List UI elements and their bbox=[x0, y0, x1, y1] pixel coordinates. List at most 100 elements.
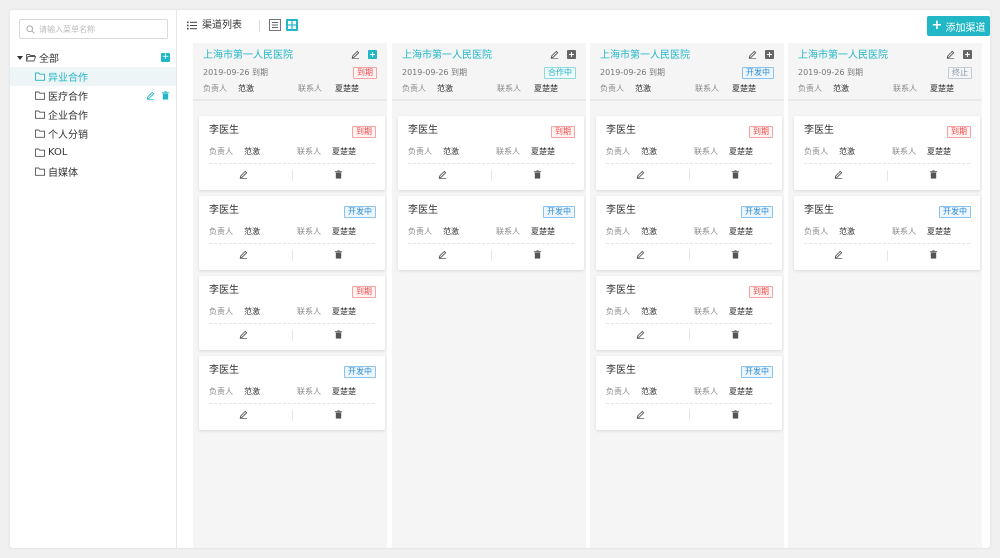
tree-item-label: 自媒体 bbox=[48, 168, 78, 179]
card-actions bbox=[794, 165, 980, 187]
add-card-icon[interactable] bbox=[567, 50, 576, 59]
trash-icon[interactable] bbox=[334, 410, 345, 421]
column-title[interactable]: 上海市第一人民医院 bbox=[600, 50, 690, 62]
status-badge: 开发中 bbox=[344, 206, 376, 218]
card-name: 李医生 bbox=[606, 365, 636, 376]
status-badge: 开发中 bbox=[741, 206, 773, 218]
card-meta: 负责人 范激 联系人 夏楚楚 bbox=[209, 386, 379, 397]
add-category-icon[interactable]: + bbox=[161, 53, 170, 62]
edit-icon[interactable] bbox=[748, 50, 757, 59]
trash-icon[interactable] bbox=[731, 170, 742, 181]
contact-value: 夏楚楚 bbox=[729, 387, 753, 396]
trash-icon[interactable] bbox=[929, 170, 940, 181]
edit-icon[interactable] bbox=[636, 330, 647, 341]
card-meta: 负责人 范激 联系人 夏楚楚 bbox=[804, 226, 974, 237]
trash-icon[interactable] bbox=[334, 170, 345, 181]
trash-icon[interactable] bbox=[731, 330, 742, 341]
status-badge: 到期 bbox=[749, 126, 773, 138]
toolbar: 渠道列表 + 添加渠道 bbox=[178, 10, 990, 42]
contact-card[interactable]: 李医生 到期 负责人 范激 联系人 夏楚楚 bbox=[199, 116, 385, 190]
trash-icon[interactable] bbox=[533, 170, 544, 181]
edit-icon[interactable] bbox=[351, 50, 360, 59]
trash-icon[interactable] bbox=[731, 410, 742, 421]
edit-icon[interactable] bbox=[239, 330, 250, 341]
edit-icon[interactable] bbox=[834, 250, 845, 261]
search-icon bbox=[26, 24, 35, 34]
card-actions bbox=[596, 325, 782, 347]
folder-icon bbox=[35, 110, 45, 119]
trash-icon[interactable] bbox=[731, 250, 742, 261]
trash-icon[interactable] bbox=[334, 250, 345, 261]
edit-icon[interactable] bbox=[550, 50, 559, 59]
tree-item[interactable]: 个人分销 bbox=[10, 124, 176, 143]
contact-card[interactable]: 李医生 开发中 负责人 范激 联系人 夏楚楚 bbox=[596, 356, 782, 430]
trash-icon[interactable] bbox=[929, 250, 940, 261]
owner-value: 范激 bbox=[244, 307, 260, 316]
edit-icon[interactable] bbox=[239, 250, 250, 261]
edit-icon[interactable] bbox=[946, 50, 955, 59]
status-badge: 开发中 bbox=[741, 366, 773, 378]
contact-value: 夏楚楚 bbox=[927, 227, 951, 236]
edit-icon[interactable] bbox=[636, 410, 647, 421]
contact-card[interactable]: 李医生 到期 负责人 范激 联系人 夏楚楚 bbox=[596, 116, 782, 190]
contact-card[interactable]: 李医生 开发中 负责人 范激 联系人 夏楚楚 bbox=[199, 196, 385, 270]
owner-value: 范激 bbox=[635, 84, 651, 93]
column-actions bbox=[550, 50, 576, 59]
edit-icon[interactable] bbox=[239, 410, 250, 421]
search-box[interactable] bbox=[19, 19, 168, 39]
tree-item[interactable]: KOL bbox=[10, 143, 176, 162]
add-channel-label: 添加渠道 bbox=[945, 22, 986, 34]
trash-icon[interactable] bbox=[533, 250, 544, 261]
card-divider bbox=[209, 403, 375, 404]
tree-item[interactable]: 企业合作 bbox=[10, 105, 176, 124]
edit-icon[interactable] bbox=[438, 250, 449, 261]
add-card-icon[interactable] bbox=[765, 50, 774, 59]
contact-card[interactable]: 李医生 开发中 负责人 范激 联系人 夏楚楚 bbox=[794, 196, 980, 270]
column-title[interactable]: 上海市第一人民医院 bbox=[798, 50, 888, 62]
folder-icon bbox=[35, 129, 45, 138]
contact-card[interactable]: 李医生 到期 负责人 范激 联系人 夏楚楚 bbox=[199, 276, 385, 350]
tree-item[interactable]: 异业合作 bbox=[10, 67, 176, 86]
trash-icon[interactable] bbox=[334, 330, 345, 341]
contact-card[interactable]: 李医生 开发中 负责人 范激 联系人 夏楚楚 bbox=[596, 196, 782, 270]
search-input[interactable] bbox=[39, 24, 159, 34]
contact-value: 夏楚楚 bbox=[531, 147, 555, 156]
edit-icon[interactable] bbox=[146, 91, 155, 100]
channel-column: 上海市第一人民医院 2019-09-26 到期 开发中 负责人 范激 联系人 夏楚楚 李医生到… bbox=[590, 43, 784, 548]
column-title[interactable]: 上海市第一人民医院 bbox=[402, 50, 492, 62]
column-title[interactable]: 上海市第一人民医院 bbox=[203, 50, 293, 62]
edit-icon[interactable] bbox=[636, 170, 647, 181]
column-meta: 负责人 范激 联系人 夏楚楚 bbox=[798, 83, 974, 94]
caret-down-icon[interactable] bbox=[17, 55, 23, 60]
contact-card[interactable]: 李医生 到期 负责人 范激 联系人 夏楚楚 bbox=[794, 116, 980, 190]
list-view-icon[interactable] bbox=[269, 19, 281, 31]
main-area: 渠道列表 + 添加渠道 上海市第一人民医院 2019-09-26 到期 到期 负责人 范激… bbox=[178, 10, 990, 548]
tree-item[interactable]: 自媒体 bbox=[10, 162, 176, 181]
contact-card[interactable]: 李医生 到期 负责人 范激 联系人 夏楚楚 bbox=[596, 276, 782, 350]
contact-label: 联系人 bbox=[892, 147, 916, 156]
add-card-icon[interactable] bbox=[368, 50, 377, 59]
add-channel-button[interactable]: + 添加渠道 bbox=[927, 16, 990, 36]
contact-card[interactable]: 李医生 开发中 负责人 范激 联系人 夏楚楚 bbox=[199, 356, 385, 430]
edit-icon[interactable] bbox=[834, 170, 845, 181]
tree-item-all[interactable]: 全部 + bbox=[10, 48, 176, 67]
tree-item[interactable]: 医疗合作 bbox=[10, 86, 176, 105]
card-name: 李医生 bbox=[408, 125, 438, 136]
contact-card[interactable]: 李医生 到期 负责人 范激 联系人 夏楚楚 bbox=[398, 116, 584, 190]
plus-icon: + bbox=[931, 18, 943, 33]
contact-value: 夏楚楚 bbox=[729, 227, 753, 236]
edit-icon[interactable] bbox=[636, 250, 647, 261]
card-actions bbox=[398, 165, 584, 187]
owner-label: 负责人 bbox=[804, 147, 828, 156]
edit-icon[interactable] bbox=[239, 170, 250, 181]
add-card-icon[interactable] bbox=[963, 50, 972, 59]
card-divider bbox=[606, 323, 772, 324]
contact-card[interactable]: 李医生 开发中 负责人 范激 联系人 夏楚楚 bbox=[398, 196, 584, 270]
action-divider bbox=[292, 250, 293, 261]
edit-icon[interactable] bbox=[438, 170, 449, 181]
owner-value: 范激 bbox=[839, 227, 855, 236]
grid-view-icon[interactable] bbox=[286, 19, 298, 31]
contact-value: 夏楚楚 bbox=[534, 84, 558, 93]
trash-icon[interactable] bbox=[161, 91, 170, 100]
card-meta: 负责人 范激 联系人 夏楚楚 bbox=[209, 226, 379, 237]
